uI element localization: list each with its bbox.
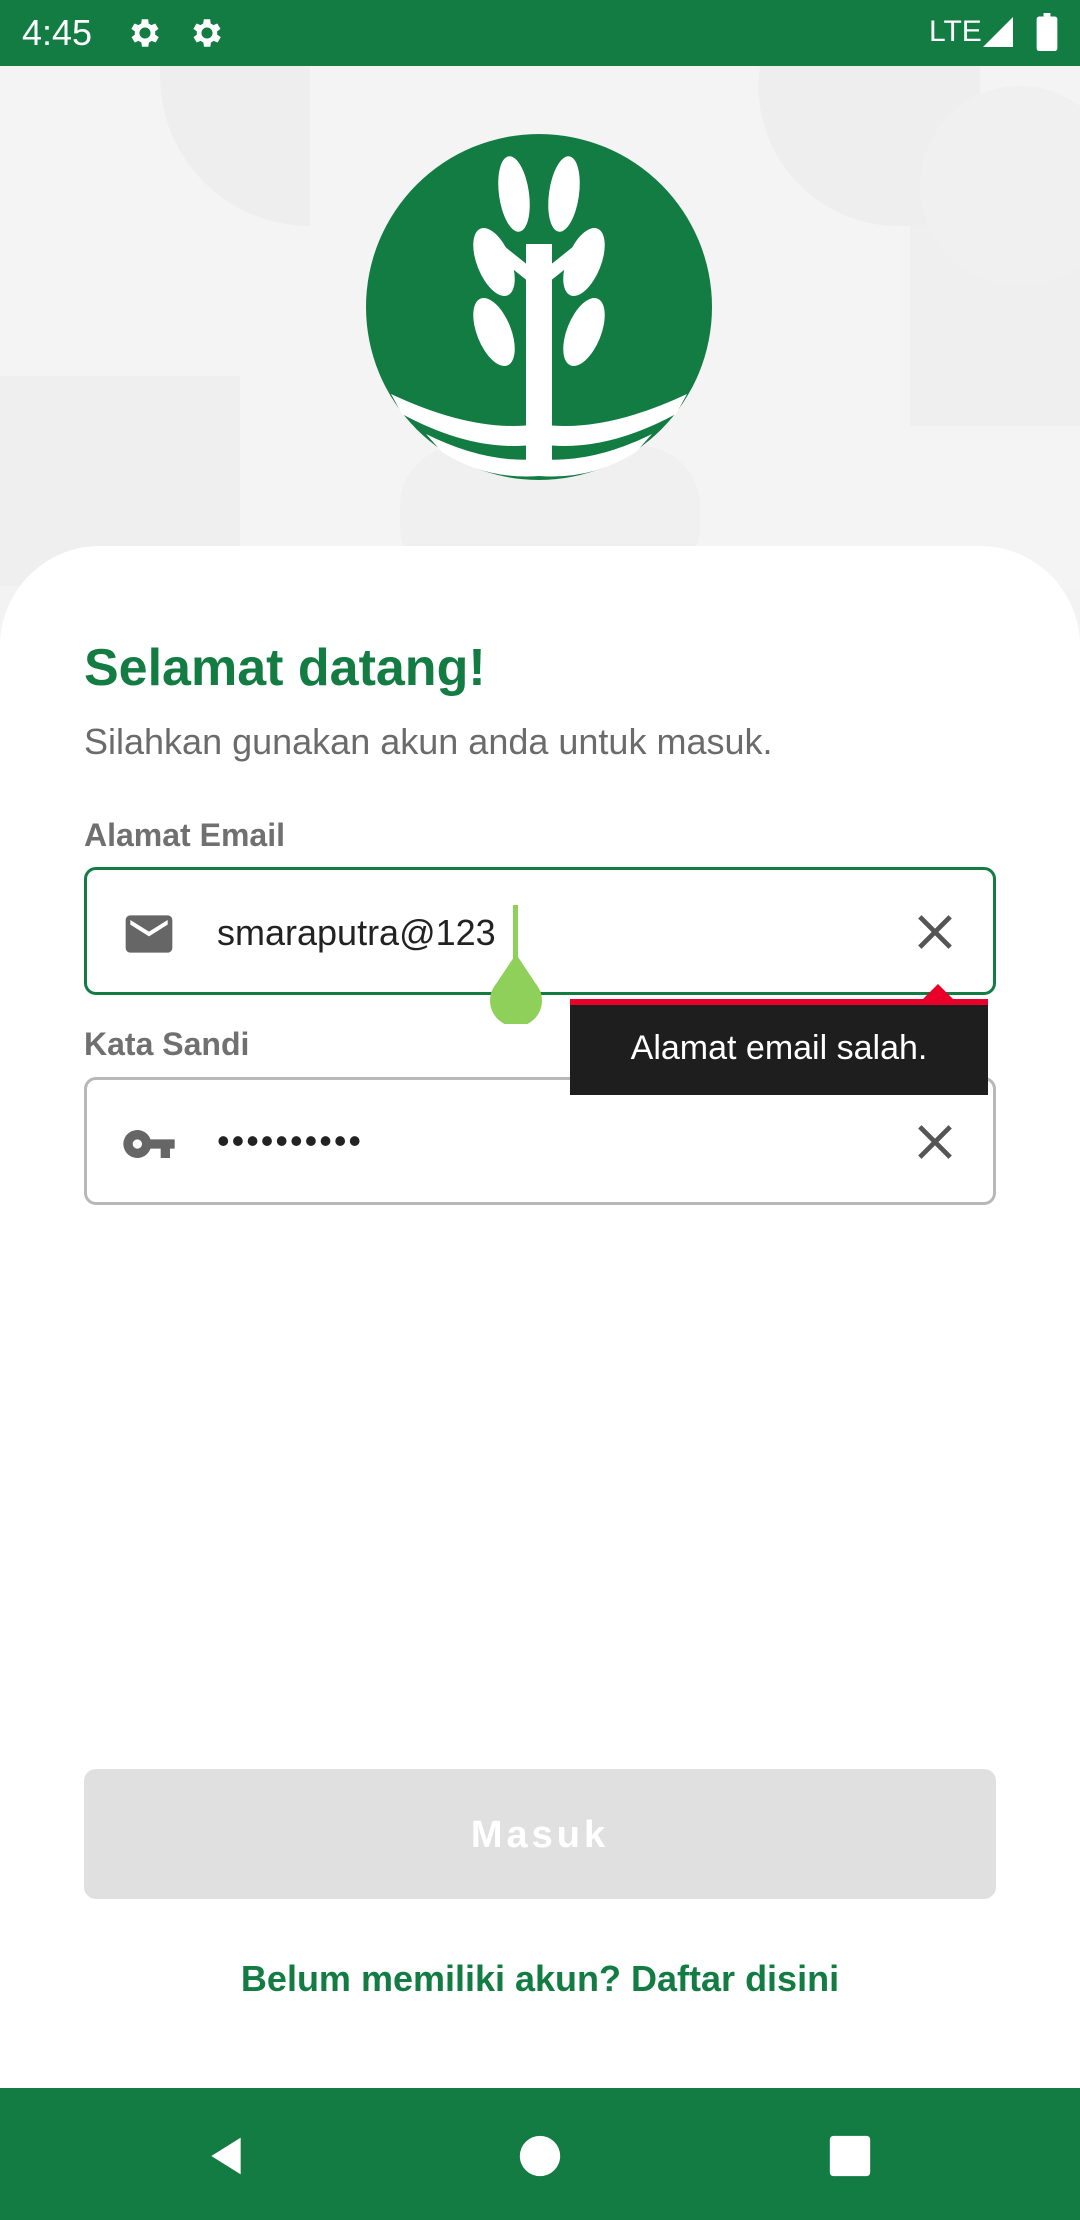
password-value[interactable]: •••••••••• [217, 1118, 363, 1164]
cursor-handle[interactable] [488, 954, 544, 1024]
recents-icon[interactable] [828, 2134, 872, 2178]
signal-icon [983, 17, 1013, 47]
network-type: LTE [929, 15, 982, 48]
gear-icon [193, 19, 221, 47]
header-background [0, 66, 1080, 586]
register-link[interactable]: Belum memiliki akun? Daftar disini [0, 1956, 1080, 2002]
password-label: Kata Sandi [84, 1026, 250, 1062]
key-icon [123, 1130, 175, 1158]
password-field[interactable]: •••••••••• [84, 1077, 996, 1205]
mail-icon [125, 915, 173, 953]
status-time: 4:45 [22, 12, 93, 53]
home-icon[interactable] [518, 2134, 562, 2178]
text-cursor [513, 905, 518, 961]
error-tooltip-arrow [922, 984, 954, 1000]
close-icon[interactable] [909, 1116, 961, 1168]
navigation-bar [0, 2088, 1080, 2220]
status-bar: 4:45 LTE [0, 0, 1080, 66]
page-subtitle: Silahkan gunakan akun anda untuk masuk. [84, 721, 773, 762]
email-label: Alamat Email [84, 817, 285, 853]
page-title: Selamat datang! [84, 639, 486, 697]
login-button[interactable]: Masuk [84, 1769, 996, 1899]
error-tooltip: Alamat email salah. [570, 999, 988, 1095]
battery-icon [1036, 13, 1058, 51]
back-icon[interactable] [204, 2134, 248, 2178]
close-icon[interactable] [909, 906, 961, 958]
wheat-plant-logo [366, 134, 712, 480]
email-value[interactable]: smaraputra@123 [217, 910, 496, 956]
gear-icon [131, 19, 159, 47]
